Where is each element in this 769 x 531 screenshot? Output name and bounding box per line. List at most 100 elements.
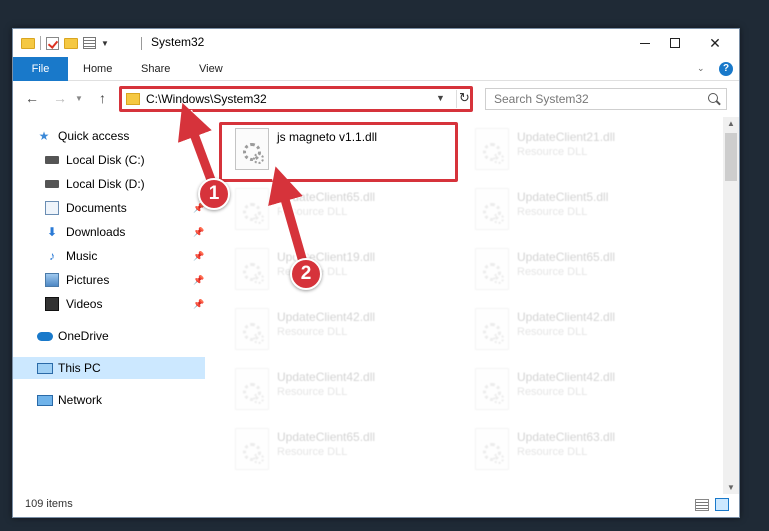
sidebar-item-local-disk-d[interactable]: Local Disk (D:) xyxy=(13,173,205,195)
list-item[interactable]: UpdateClient65.dll Resource DLL xyxy=(233,426,453,478)
sidebar-item-label: Quick access xyxy=(58,129,130,143)
help-icon[interactable]: ? xyxy=(719,62,733,76)
tab-share[interactable]: Share xyxy=(131,57,180,81)
forward-arrow-icon[interactable]: → xyxy=(53,90,67,106)
tab-file[interactable]: File xyxy=(13,57,68,81)
dll-file-icon xyxy=(475,308,509,350)
step-1-badge: 1 xyxy=(198,178,230,210)
tab-view[interactable]: View xyxy=(189,57,233,81)
vertical-scrollbar[interactable]: ▲ ▼ xyxy=(723,117,739,494)
address-highlight-box xyxy=(119,86,473,112)
sidebar-item-onedrive[interactable]: OneDrive xyxy=(13,325,205,347)
pin-icon[interactable]: 📌 xyxy=(193,227,204,238)
pin-icon[interactable]: 📌 xyxy=(193,299,204,310)
file-type: Resource DLL xyxy=(277,386,348,398)
close-button[interactable]: ✕ xyxy=(693,29,737,57)
star-icon: ★ xyxy=(38,129,50,143)
file-name: UpdateClient42.dll xyxy=(277,310,376,324)
search-input[interactable]: Search System32 xyxy=(485,88,727,110)
sidebar-item-videos[interactable]: Videos 📌 xyxy=(13,293,205,315)
computer-icon xyxy=(37,362,53,374)
scrollbar-thumb[interactable] xyxy=(725,133,737,181)
file-type: Resource DLL xyxy=(517,446,588,458)
tab-home[interactable]: Home xyxy=(73,57,122,81)
sidebar-item-label: Videos xyxy=(66,297,103,311)
dll-file-icon xyxy=(475,128,509,170)
sidebar-item-documents[interactable]: Documents 📌 xyxy=(13,197,205,219)
list-item[interactable]: UpdateClient42.dll Resource DLL xyxy=(233,366,453,418)
sidebar-item-label: Music xyxy=(66,249,98,263)
dll-file-icon xyxy=(235,188,269,230)
maximize-button[interactable] xyxy=(653,29,697,57)
list-item[interactable]: UpdateClient65.dll Resource DLL xyxy=(233,186,453,238)
back-arrow-icon[interactable]: ← xyxy=(25,90,39,106)
file-name: UpdateClient65.dll xyxy=(277,190,376,204)
list-item[interactable]: UpdateClient19.dll Resource DLL xyxy=(233,246,453,298)
sidebar-item-label: OneDrive xyxy=(58,329,109,343)
scroll-up-icon[interactable]: ▲ xyxy=(727,119,735,128)
ribbon-tabs: File Home Share View ⌄ ? xyxy=(13,57,739,81)
large-icons-view-icon[interactable] xyxy=(715,498,729,511)
file-type: Resource DLL xyxy=(277,206,348,218)
sidebar-item-label: Local Disk (D:) xyxy=(66,177,145,191)
file-name: UpdateClient42.dll xyxy=(277,370,376,384)
list-item[interactable]: UpdateClient63.dll Resource DLL xyxy=(473,426,693,478)
title-divider xyxy=(141,37,142,50)
sidebar-item-label: Local Disk (C:) xyxy=(66,153,145,167)
videos-icon xyxy=(45,297,59,311)
search-placeholder: Search System32 xyxy=(494,92,589,106)
drive-icon xyxy=(45,180,59,188)
list-item[interactable]: UpdateClient42.dll Resource DLL xyxy=(473,306,693,358)
file-name: UpdateClient19.dll xyxy=(277,250,376,264)
pictures-icon xyxy=(45,273,59,287)
sidebar-item-label: Pictures xyxy=(66,273,110,287)
sidebar-item-label: Network xyxy=(58,393,103,407)
list-item[interactable]: UpdateClient42.dll Resource DLL xyxy=(233,306,453,358)
scroll-down-icon[interactable]: ▼ xyxy=(727,483,735,492)
sidebar-item-this-pc[interactable]: This PC xyxy=(13,357,205,379)
sidebar-item-quick-access[interactable]: ★ Quick access xyxy=(13,125,205,147)
sidebar-item-local-disk-c[interactable]: Local Disk (C:) xyxy=(13,149,205,171)
music-icon: ♪ xyxy=(49,249,55,263)
file-type: Resource DLL xyxy=(517,146,588,158)
up-arrow-icon[interactable]: ↑ xyxy=(99,90,106,106)
sidebar-item-music[interactable]: ♪ Music 📌 xyxy=(13,245,205,267)
dll-file-icon xyxy=(235,248,269,290)
file-explorer-window: ▼ System32 ✕ File Home Share View ⌄ ? ← … xyxy=(12,28,740,518)
file-name: UpdateClient42.dll xyxy=(517,310,616,324)
sidebar-item-pictures[interactable]: Pictures 📌 xyxy=(13,269,205,291)
drive-icon xyxy=(45,156,59,164)
navigation-pane: ★ Quick access Local Disk (C:) Local Dis… xyxy=(13,124,205,494)
close-icon: ✕ xyxy=(709,34,721,51)
dll-file-icon xyxy=(475,368,509,410)
list-item[interactable]: UpdateClient65.dll Resource DLL xyxy=(473,246,693,298)
file-highlight-box xyxy=(219,122,458,182)
dll-file-icon xyxy=(475,188,509,230)
file-name: UpdateClient21.dll xyxy=(517,130,616,144)
maximize-icon xyxy=(670,38,680,48)
sidebar-item-label: This PC xyxy=(58,361,101,375)
pin-icon[interactable]: 📌 xyxy=(193,275,204,286)
list-item[interactable]: UpdateClient5.dll Resource DLL xyxy=(473,186,693,238)
list-item[interactable]: UpdateClient21.dll Resource DLL xyxy=(473,126,693,178)
properties-check-icon[interactable] xyxy=(46,36,59,50)
new-folder-icon[interactable] xyxy=(64,37,78,49)
cloud-icon xyxy=(37,331,53,341)
quick-access-toolbar: ▼ xyxy=(21,35,109,51)
expand-ribbon-chevron-icon[interactable]: ⌄ xyxy=(697,63,705,74)
file-name: UpdateClient65.dll xyxy=(277,430,376,444)
sidebar-item-network[interactable]: Network xyxy=(13,389,205,411)
pin-icon[interactable]: 📌 xyxy=(193,251,204,262)
sidebar-item-downloads[interactable]: ⬇ Downloads 📌 xyxy=(13,221,205,243)
list-item[interactable]: UpdateClient42.dll Resource DLL xyxy=(473,366,693,418)
step-2-badge: 2 xyxy=(290,258,322,290)
search-icon[interactable] xyxy=(708,93,718,103)
recent-locations-chevron-icon[interactable]: ▼ xyxy=(75,94,83,103)
download-icon: ⬇ xyxy=(46,225,58,239)
customize-toolbar-chevron-icon[interactable]: ▼ xyxy=(101,39,109,48)
item-count: 109 items xyxy=(25,498,73,510)
file-type: Resource DLL xyxy=(517,386,588,398)
properties-icon[interactable] xyxy=(83,37,96,49)
details-view-icon[interactable] xyxy=(695,499,709,511)
documents-icon xyxy=(45,201,59,215)
